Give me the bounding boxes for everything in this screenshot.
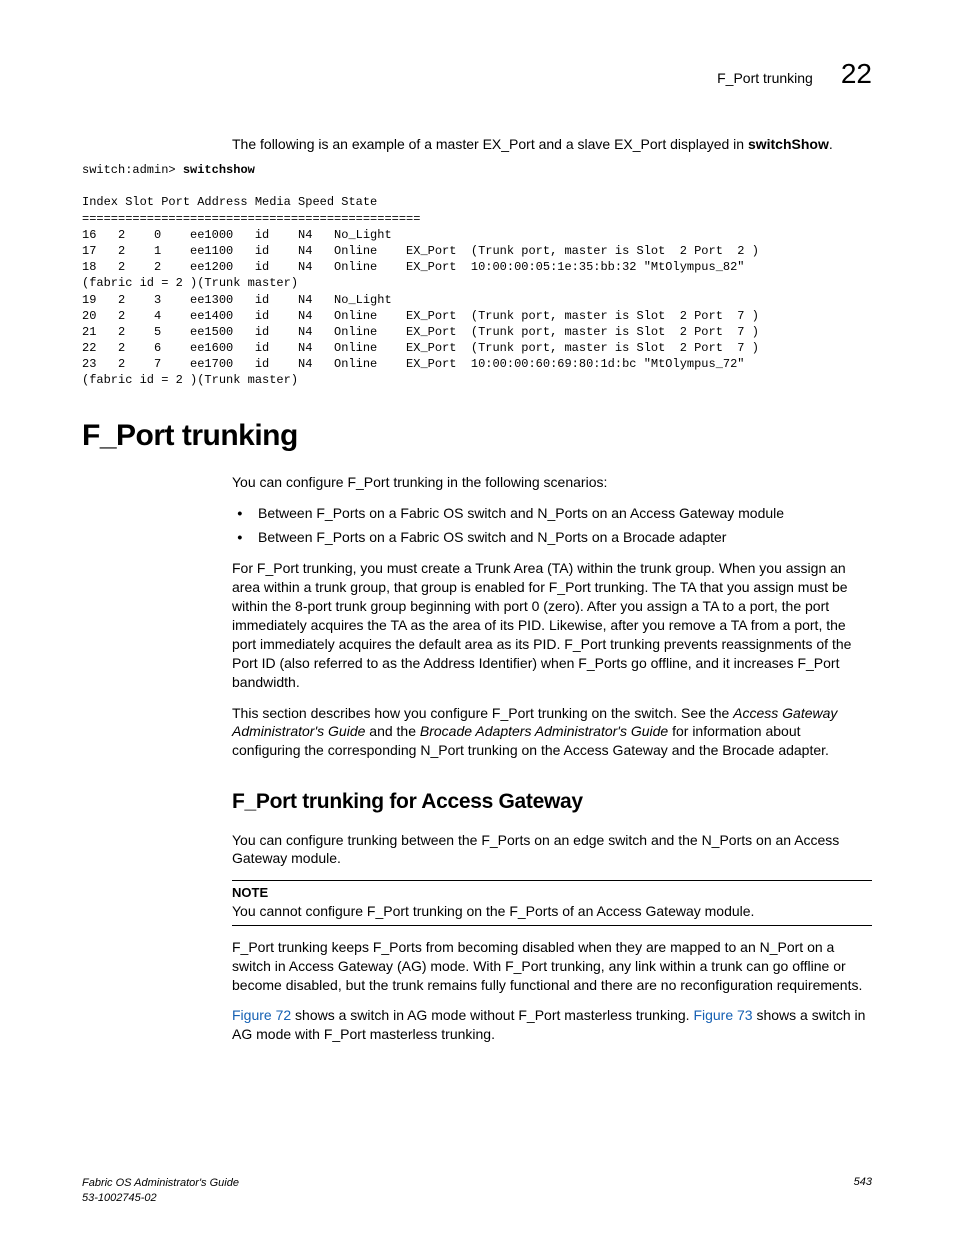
section-p2: For F_Port trunking, you must create a T… — [232, 559, 872, 691]
intro-paragraph: The following is an example of a master … — [232, 136, 872, 152]
section-heading: F_Port trunking — [82, 419, 872, 453]
running-header-title: F_Port trunking — [717, 70, 813, 86]
figure-xref[interactable]: Figure 72 — [232, 1007, 291, 1023]
terminal-body: Index Slot Port Address Media Speed Stat… — [82, 195, 766, 387]
running-header: F_Port trunking 22 — [82, 58, 872, 90]
intro-text: The following is an example of a master … — [232, 136, 748, 152]
terminal-command: switchshow — [183, 163, 255, 177]
intro-command: switchShow — [748, 136, 829, 152]
subsection-p3: Figure 72 shows a switch in AG mode with… — [232, 1006, 872, 1044]
subsection-p2: F_Port trunking keeps F_Ports from becom… — [232, 938, 872, 995]
list-item: Between F_Ports on a Fabric OS switch an… — [254, 504, 872, 523]
footer-book-title: Fabric OS Administrator's Guide — [82, 1177, 239, 1189]
note-block: NOTE You cannot configure F_Port trunkin… — [232, 880, 872, 925]
note-label: NOTE — [232, 884, 872, 902]
figure-xref[interactable]: Figure 73 — [693, 1007, 752, 1023]
book-ref: Brocade Adapters Administrator's Guide — [420, 723, 668, 739]
subsection-p1: You can configure trunking between the F… — [232, 831, 872, 869]
p3-text: and the — [365, 723, 420, 739]
list-item: Between F_Ports on a Fabric OS switch an… — [254, 528, 872, 547]
p3-text: shows a switch in AG mode without F_Port… — [291, 1007, 693, 1023]
footer-doc-number: 53-1002745-02 — [82, 1192, 157, 1204]
page-footer: Fabric OS Administrator's Guide 53-10027… — [82, 1176, 872, 1205]
footer-page-number: 543 — [854, 1176, 872, 1205]
subsection-heading: F_Port trunking for Access Gateway — [232, 788, 872, 816]
section-p1: You can configure F_Port trunking in the… — [232, 473, 872, 492]
bullet-list: Between F_Ports on a Fabric OS switch an… — [232, 504, 872, 548]
intro-trailing: . — [829, 136, 833, 152]
note-text: You cannot configure F_Port trunking on … — [232, 903, 754, 919]
section-p3: This section describes how you configure… — [232, 704, 872, 761]
terminal-prompt: switch:admin> — [82, 163, 183, 177]
chapter-number: 22 — [841, 58, 872, 90]
p3-text: This section describes how you configure… — [232, 705, 733, 721]
terminal-output: switch:admin> switchshow Index Slot Port… — [82, 162, 872, 389]
